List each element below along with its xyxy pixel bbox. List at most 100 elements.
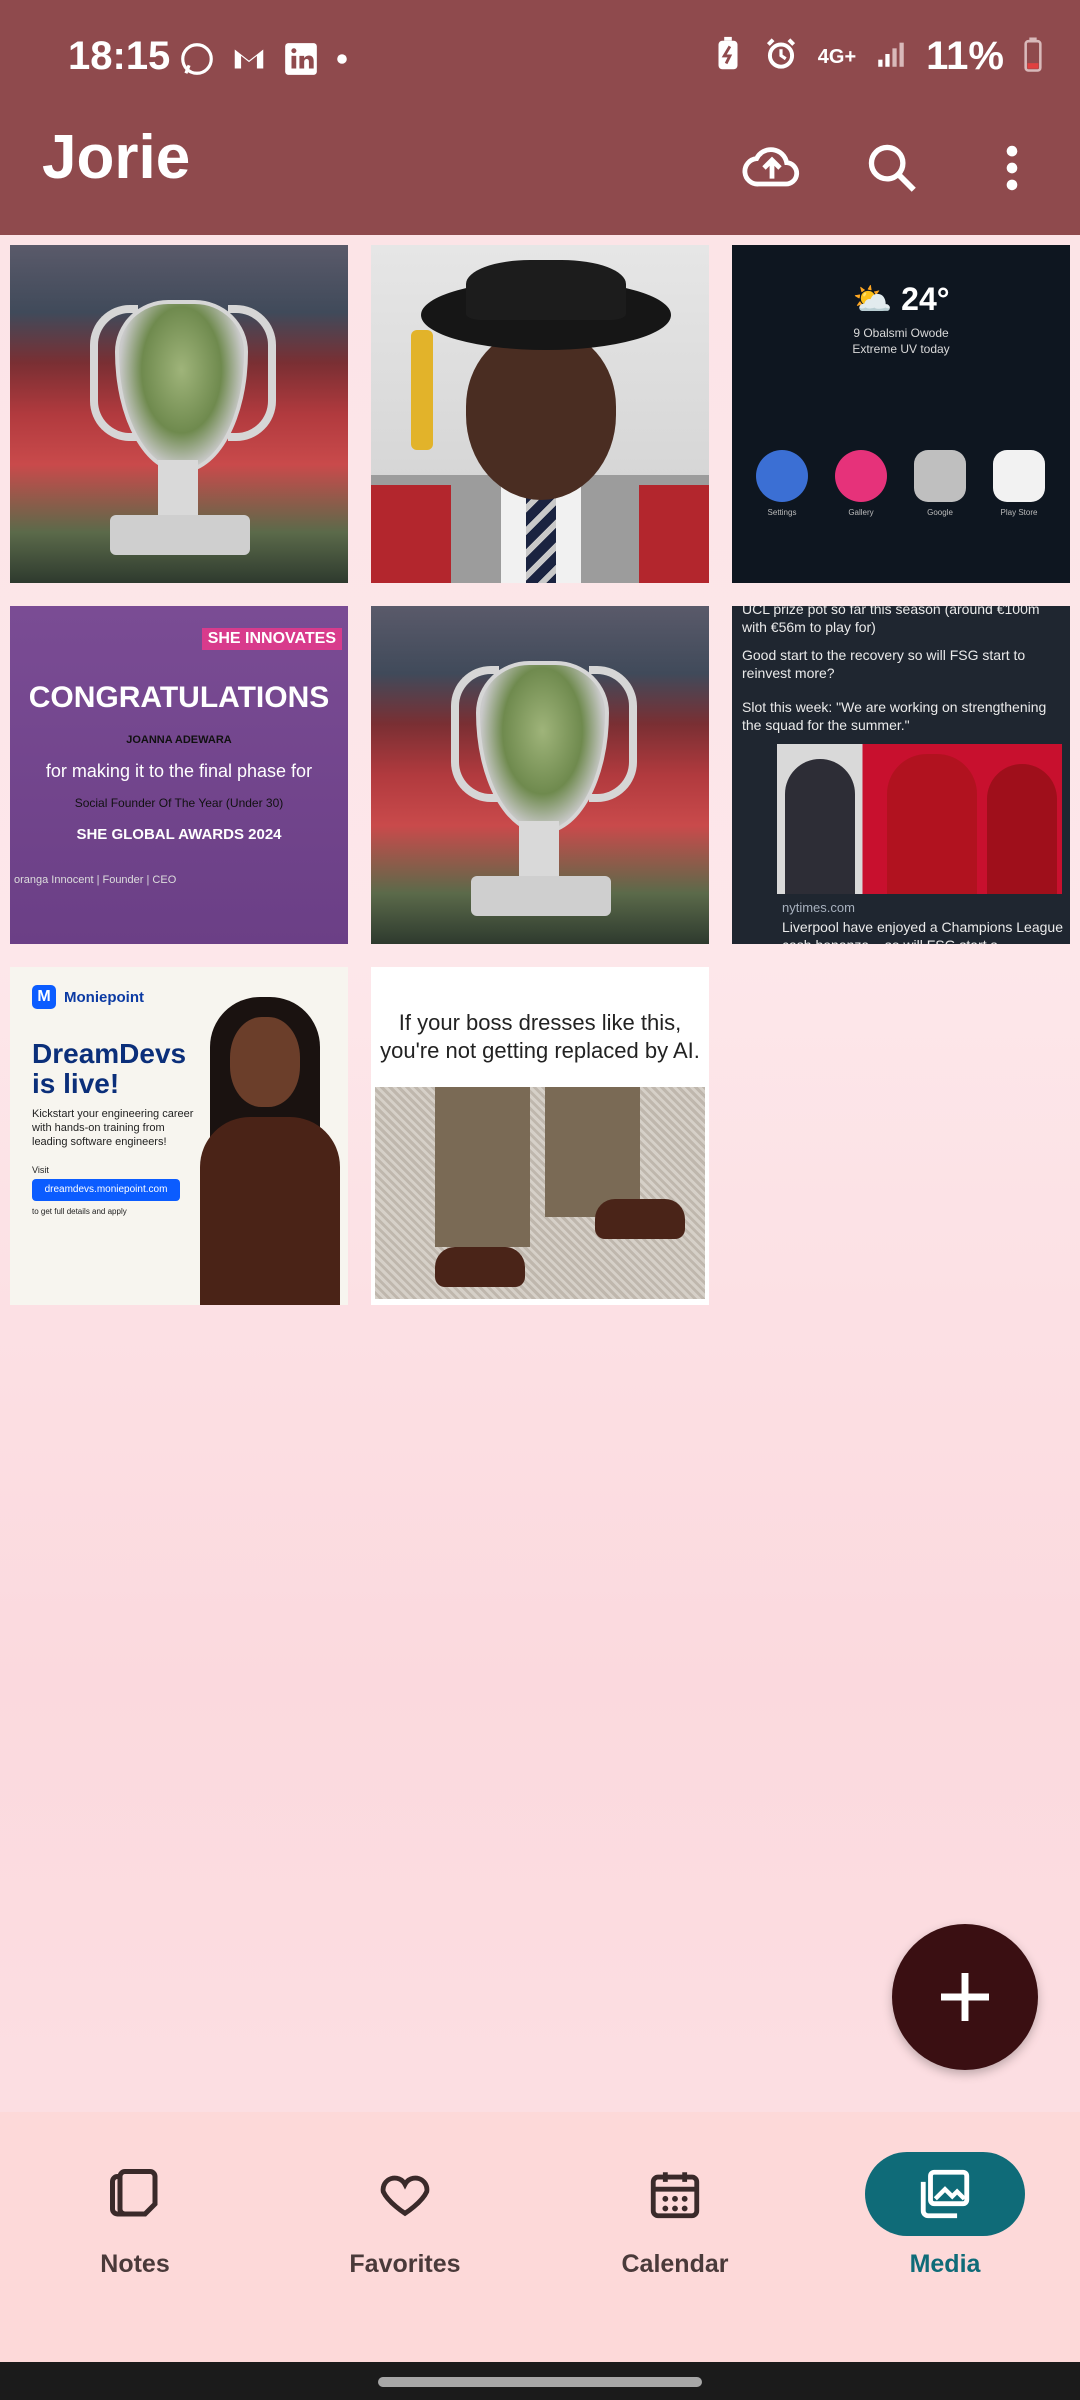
- head: [230, 1017, 300, 1107]
- media-thumbnail-meme[interactable]: If your boss dresses like this, you're n…: [371, 967, 709, 1305]
- moniepoint-apply: to get full details and apply: [32, 1207, 127, 1216]
- status-time: 18:15: [68, 34, 171, 78]
- nav-pill: [595, 2152, 755, 2236]
- nav-label-notes: Notes: [100, 2250, 170, 2278]
- gesture-handle[interactable]: [378, 2377, 702, 2387]
- media-thumbnail-news[interactable]: UCL prize pot so far this season (around…: [732, 606, 1070, 944]
- cloud-upload-button[interactable]: [732, 128, 812, 208]
- app-label: Settings: [767, 508, 797, 517]
- bottom-navigation: Notes Favorites Calendar Media: [0, 2112, 1080, 2362]
- battery-saver-icon: [712, 35, 744, 78]
- trophy-base: [471, 876, 611, 916]
- nav-pill-active: [865, 2152, 1025, 2236]
- app-google: Google: [912, 450, 968, 517]
- tassel: [411, 330, 433, 450]
- nav-label-media: Media: [909, 2250, 981, 2278]
- meme-card: If your boss dresses like this, you're n…: [371, 967, 709, 1305]
- media-thumbnail-phone-screenshot[interactable]: ⛅ 24° 9 Obalsmi Owode Extreme UV today S…: [732, 245, 1070, 583]
- calendar-icon: [650, 2172, 700, 2219]
- phone-screen: ⛅ 24° 9 Obalsmi Owode Extreme UV today S…: [732, 245, 1070, 583]
- nav-item-notes[interactable]: Notes: [0, 2152, 270, 2279]
- moniepoint-m-icon: M: [32, 985, 56, 1009]
- shoe-left: [435, 1247, 525, 1287]
- trouser-leg-right: [545, 1087, 640, 1217]
- news-source: nytimes.com: [782, 900, 855, 915]
- moniepoint-title: DreamDevs is live!: [32, 1038, 187, 1099]
- play-store-icon: [993, 450, 1045, 502]
- sun-cloud-icon: ⛅: [852, 281, 893, 317]
- gown-trim-left: [371, 485, 451, 583]
- nav-item-media[interactable]: Media: [810, 2152, 1080, 2279]
- congrats-line3: SHE GLOBAL AWARDS 2024: [76, 826, 282, 843]
- more-vert-icon: [1006, 145, 1018, 191]
- moniepoint-desc: Kickstart your engineering career with h…: [32, 1108, 194, 1148]
- app-settings: Settings: [754, 450, 810, 517]
- person-suit: [785, 759, 855, 894]
- face: [466, 330, 616, 500]
- moniepoint-ad: M Moniepoint DreamDevs is live! Kickstar…: [10, 967, 348, 1305]
- app-bar: 18:15 4G+ 11% Jorie: [0, 0, 1080, 235]
- player-1: [887, 754, 977, 894]
- status-bar: 18:15 4G+ 11%: [0, 0, 1080, 118]
- media-thumbnail-moniepoint[interactable]: M Moniepoint DreamDevs is live! Kickstar…: [10, 967, 348, 1305]
- nav-item-calendar[interactable]: Calendar: [540, 2152, 810, 2279]
- woman-photo: [190, 997, 340, 1305]
- moniepoint-visit: Visit: [32, 1165, 49, 1175]
- trophy-stem: [519, 821, 559, 881]
- news-card: UCL prize pot so far this season (around…: [732, 606, 1070, 944]
- meme-caption: If your boss dresses like this, you're n…: [380, 1010, 700, 1063]
- dot-icon: [334, 51, 350, 72]
- app-gallery: Gallery: [833, 450, 889, 517]
- news-headline: Liverpool have enjoyed a Champions Leagu…: [782, 919, 1063, 944]
- media-thumbnail-portrait[interactable]: [371, 245, 709, 583]
- news-paragraph: UCL prize pot so far this season (around…: [742, 606, 1040, 635]
- weather-temp-value: 24°: [901, 281, 950, 317]
- nav-label-calendar: Calendar: [621, 2250, 729, 2278]
- nav-pill: [325, 2152, 485, 2236]
- nav-pill: [55, 2152, 215, 2236]
- congrats-line1: for making it to the final phase for: [45, 761, 313, 781]
- battery-percent: 11%: [926, 34, 1004, 78]
- google-folder-icon: [914, 450, 966, 502]
- search-button[interactable]: [852, 128, 932, 208]
- gallery-icon: [835, 450, 887, 502]
- media-thumbnail-trophy-2[interactable]: [371, 606, 709, 944]
- page-title: Jorie: [42, 123, 191, 192]
- gmail-icon: [230, 40, 268, 83]
- moniepoint-brand: Moniepoint: [64, 988, 144, 1006]
- nav-label-favorites: Favorites: [349, 2250, 461, 2278]
- weather-uv: Extreme UV today: [852, 342, 950, 356]
- search-icon: [868, 144, 916, 192]
- media-thumbnail-trophy[interactable]: [10, 245, 348, 583]
- weather-temp: ⛅ 24°: [732, 280, 1070, 318]
- news-paragraph: Good start to the recovery so will FSG s…: [742, 647, 1026, 681]
- body: [200, 1117, 340, 1305]
- home-apps: Settings Gallery Google Play Store: [754, 450, 1047, 517]
- media-icon: [920, 2169, 970, 2219]
- nav-item-favorites[interactable]: Favorites: [270, 2152, 540, 2279]
- app-bar-actions: [732, 128, 1052, 208]
- settings-icon: [756, 450, 808, 502]
- congrats-footer: oranga Innocent | Founder | CEO: [14, 874, 177, 886]
- media-thumbnail-congratulations[interactable]: SHE INNOVATES CONGRATULATIONS JOANNA ADE…: [10, 606, 348, 944]
- more-options-button[interactable]: [972, 128, 1052, 208]
- network-4g-icon: 4G+: [817, 45, 857, 68]
- notes-icon: [110, 2169, 158, 2217]
- app-label: Google: [927, 508, 953, 517]
- congrats-name: JOANNA ADEWARA: [126, 734, 232, 746]
- tie: [526, 490, 556, 583]
- meme-image: [375, 1087, 705, 1299]
- weather-sub: 9 Obalsmi Owode Extreme UV today: [732, 325, 1070, 357]
- news-paragraph: Slot this week: "We are working on stren…: [742, 699, 1047, 733]
- news-image: [777, 744, 1062, 894]
- congrats-title: CONGRATULATIONS: [28, 681, 330, 714]
- hat-crown: [466, 260, 626, 320]
- weather-location: 9 Obalsmi Owode: [853, 326, 949, 340]
- app-play-store: Play Store: [991, 450, 1047, 517]
- moniepoint-logo: M Moniepoint: [32, 985, 144, 1009]
- cloud-upload-icon: [742, 147, 800, 187]
- moniepoint-link: dreamdevs.moniepoint.com: [32, 1179, 180, 1201]
- add-button[interactable]: [892, 1924, 1038, 2070]
- trophy-base: [110, 515, 250, 555]
- plus-icon: [941, 1973, 989, 2021]
